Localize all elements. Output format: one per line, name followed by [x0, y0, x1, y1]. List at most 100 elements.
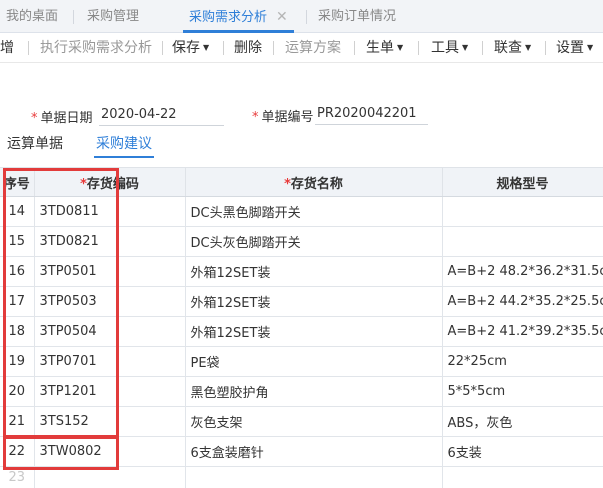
code-cell[interactable]: 3TS152 [34, 406, 186, 437]
toolbar-divider [223, 41, 224, 55]
tab-desktop[interactable]: 我的桌面 [6, 0, 58, 33]
tools-button[interactable]: 工具 ▼ [431, 33, 468, 63]
seq-cell: 17 [0, 286, 35, 317]
toolbar-divider [545, 41, 546, 55]
seq-cell: 15 [0, 226, 35, 257]
close-icon[interactable]: ✕ [276, 9, 288, 25]
table-row[interactable]: 21 3TS152 灰色支架 ABS，灰色 [0, 406, 603, 437]
subtab-active-indicator [94, 156, 154, 158]
name-cell[interactable]: 外箱12SET装 [185, 286, 443, 317]
spec-cell[interactable] [442, 466, 603, 488]
table-row[interactable]: 23 [0, 466, 603, 488]
doc-no-label-text: 单据编号 [261, 110, 314, 125]
code-cell[interactable]: 3TD0811 [34, 196, 186, 227]
column-header-label: 存货名称 [290, 176, 343, 192]
spec-cell[interactable]: A=B+2 48.2*36.2*31.5cm [442, 256, 603, 287]
toolbar-divider [162, 41, 163, 55]
tools-label: 工具 [431, 40, 459, 56]
table-row[interactable]: 20 3TP1201 黑色塑胶护角 5*5*5cm [0, 376, 603, 407]
spec-cell[interactable]: 22*25cm [442, 346, 603, 377]
column-header-code[interactable]: *存货编码 [34, 167, 186, 197]
code-cell[interactable]: 3TP0701 [34, 346, 186, 377]
spec-cell[interactable]: ABS，灰色 [442, 406, 603, 437]
toolbar-divider [482, 41, 483, 55]
spec-cell[interactable]: 6支装 [442, 436, 603, 467]
name-cell[interactable]: 灰色支架 [185, 406, 443, 437]
column-header-spec[interactable]: 规格型号 [442, 167, 603, 197]
spec-cell[interactable] [442, 196, 603, 227]
date-label: * 单据日期 [31, 107, 93, 126]
required-mark: * [80, 176, 87, 192]
code-cell[interactable]: 3TP0501 [34, 256, 186, 287]
spec-cell[interactable]: A=B+2 44.2*35.2*25.5cm [442, 286, 603, 317]
seq-cell: 18 [0, 316, 35, 347]
run-demand-analysis-button[interactable]: 执行采购需求分析 [40, 33, 152, 63]
tab-bar: 我的桌面 采购管理 采购需求分析 ✕ 采购订单情况 [0, 0, 603, 33]
linked-query-button[interactable]: 联查 ▼ [494, 33, 531, 63]
tab-purchase-order-status[interactable]: 采购订单情况 [318, 0, 396, 33]
toolbar-divider [28, 41, 29, 55]
subtab-purchase-suggestions[interactable]: 采购建议 [94, 130, 154, 158]
doc-no-label: * 单据编号 [252, 106, 314, 125]
chevron-down-icon: ▼ [397, 43, 404, 52]
table-row[interactable]: 17 3TP0503 外箱12SET装 A=B+2 44.2*35.2*25.5… [0, 286, 603, 317]
table-row[interactable]: 22 3TW0802 6支盒装磨针 6支装 [0, 436, 603, 467]
settings-label: 设置 [556, 40, 584, 56]
subtab-calc-documents[interactable]: 运算单据 [7, 130, 63, 158]
toolbar-divider [273, 41, 274, 55]
chevron-down-icon: ▼ [525, 43, 532, 52]
date-label-text: 单据日期 [40, 111, 93, 126]
seq-cell: 14 [0, 196, 35, 227]
date-field[interactable]: 2020-04-22 [99, 107, 224, 126]
settings-button[interactable]: 设置 ▼ [556, 33, 593, 63]
name-cell[interactable]: 6支盒装磨针 [185, 436, 443, 467]
calc-scheme-button[interactable]: 运算方案 [285, 33, 341, 63]
tab-purchase-management[interactable]: 采购管理 [87, 0, 139, 33]
code-cell[interactable]: 3TP0504 [34, 316, 186, 347]
calc-scheme-label: 运算方案 [285, 40, 341, 56]
new-button[interactable]: 新增 [0, 33, 14, 63]
generate-order-label: 生单 [366, 40, 394, 56]
linked-query-label: 联查 [494, 40, 522, 56]
name-cell[interactable]: PE袋 [185, 346, 443, 377]
column-header-seq[interactable]: 序号 [0, 167, 35, 197]
table-row[interactable]: 19 3TP0701 PE袋 22*25cm [0, 346, 603, 377]
table-row[interactable]: 15 3TD0821 DC头灰色脚踏开关 [0, 226, 603, 257]
code-cell[interactable]: 3TD0821 [34, 226, 186, 257]
name-cell[interactable]: 黑色塑胶护角 [185, 376, 443, 407]
tab-label: 我的桌面 [6, 9, 59, 24]
save-button[interactable]: 保存 ▼ [172, 33, 209, 63]
delete-button[interactable]: 删除 [234, 33, 262, 63]
column-header-name[interactable]: *存货名称 [185, 167, 443, 197]
subtab-label: 运算单据 [7, 136, 63, 152]
name-cell[interactable] [185, 466, 443, 488]
code-cell[interactable]: 3TP1201 [34, 376, 186, 407]
table-row[interactable]: 16 3TP0501 外箱12SET装 A=B+2 48.2*36.2*31.5… [0, 256, 603, 287]
tab-purchase-demand-analysis[interactable]: 采购需求分析 ✕ [183, 0, 294, 33]
chevron-down-icon: ▼ [203, 43, 210, 52]
chevron-down-icon: ▼ [462, 43, 469, 52]
code-cell[interactable] [34, 466, 186, 488]
table-row[interactable]: 14 3TD0811 DC头黑色脚踏开关 [0, 196, 603, 227]
doc-no-field[interactable]: PR2020042201 [315, 106, 428, 125]
name-cell[interactable]: DC头灰色脚踏开关 [185, 226, 443, 257]
suggestion-grid: 序号 *存货编码 *存货名称 规格型号 14 3TD0811 DC头黑色脚踏开关… [0, 167, 603, 488]
table-row[interactable]: 18 3TP0504 外箱12SET装 A=B+2 41.2*39.2*35.5… [0, 316, 603, 347]
spec-cell[interactable]: 5*5*5cm [442, 376, 603, 407]
run-demand-analysis-label: 执行采购需求分析 [40, 40, 152, 56]
code-cell[interactable]: 3TW0802 [34, 436, 186, 467]
spec-cell[interactable]: A=B+2 41.2*39.2*35.5cm [442, 316, 603, 347]
code-cell[interactable]: 3TP0503 [34, 286, 186, 317]
generate-order-button[interactable]: 生单 ▼ [366, 33, 403, 63]
seq-cell: 23 [0, 466, 35, 488]
required-mark: * [31, 111, 38, 126]
grid-header-row: 序号 *存货编码 *存货名称 规格型号 [0, 167, 603, 197]
name-cell[interactable]: DC头黑色脚踏开关 [185, 196, 443, 227]
tab-divider [73, 10, 74, 24]
spec-cell[interactable] [442, 226, 603, 257]
seq-cell: 19 [0, 346, 35, 377]
subtab-label: 采购建议 [96, 136, 152, 152]
column-header-label: 序号 [3, 176, 30, 192]
name-cell[interactable]: 外箱12SET装 [185, 256, 443, 287]
name-cell[interactable]: 外箱12SET装 [185, 316, 443, 347]
